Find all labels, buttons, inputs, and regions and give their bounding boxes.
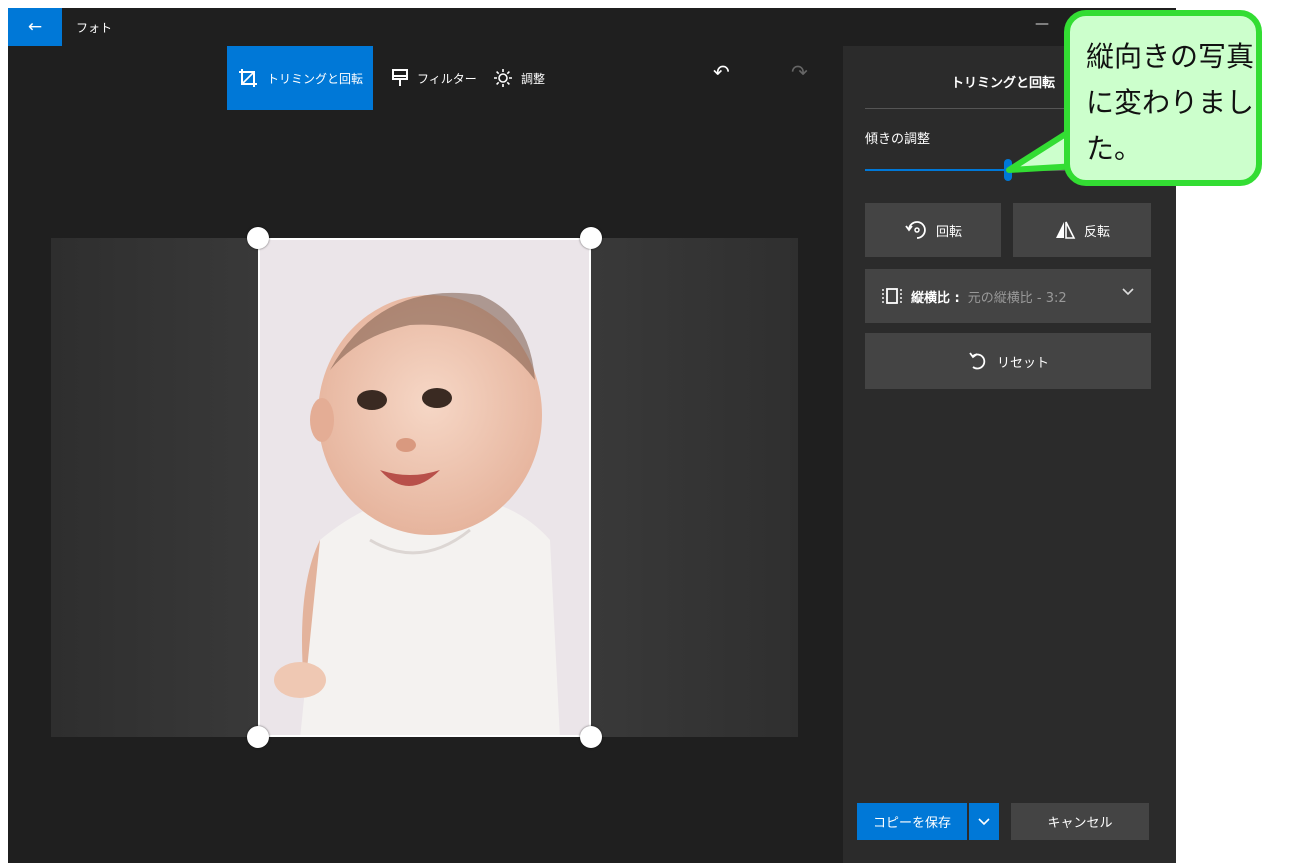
tilt-slider-fill [865, 169, 1008, 171]
crop-handle-bottom-right[interactable] [580, 726, 602, 748]
flip-button[interactable]: 反転 [1013, 203, 1151, 257]
cancel-button[interactable]: キャンセル [1011, 803, 1149, 840]
reset-icon [969, 352, 986, 370]
rotate-button[interactable]: 回転 [865, 203, 1001, 257]
flip-icon [1055, 221, 1076, 239]
aspect-ratio-icon [882, 288, 902, 304]
chevron-down-icon [978, 817, 990, 825]
brightness-icon [494, 69, 512, 87]
rotate-label: 回転 [935, 224, 962, 240]
edit-toolbar: トリミングと回転 フィルター 調整 ↶ ↷ [8, 46, 843, 110]
back-arrow-icon: ← [27, 17, 43, 37]
reset-label: リセット [996, 355, 1049, 371]
crop-frame[interactable] [258, 238, 591, 737]
cancel-label: キャンセル [1047, 816, 1113, 831]
callout-line-1: 縦向きの写真 [1086, 40, 1255, 73]
crop-handle-bottom-left[interactable] [247, 726, 269, 748]
tab-crop-rotate[interactable]: トリミングと回転 [227, 46, 373, 110]
back-button[interactable]: ← [8, 8, 62, 46]
undo-icon[interactable]: ↶ [713, 60, 730, 84]
photo-canvas [8, 110, 843, 863]
annotation-callout: 縦向きの写真 に変わりまし た。 [1064, 10, 1262, 186]
crop-handle-top-left[interactable] [247, 227, 269, 249]
save-copy-label: コピーを保存 [872, 816, 951, 831]
callout-line-2: に変わりまし [1086, 86, 1255, 119]
crop-rotate-icon [238, 69, 257, 87]
crop-handle-top-right[interactable] [580, 227, 602, 249]
tab-adjust-label: 調整 [521, 71, 546, 86]
chevron-down-icon [1122, 288, 1134, 296]
reset-button[interactable]: リセット [865, 333, 1151, 389]
app-title: フォト [76, 21, 113, 35]
photos-app-window: ← フォト — トリミングと回転 フィルター 調整 ↶ ↷ トリミングと回転 傾… [8, 8, 1176, 863]
callout-line-3: た。 [1086, 132, 1143, 165]
save-copy-button[interactable]: コピーを保存 [857, 803, 967, 840]
baby-photo [260, 240, 589, 735]
tab-adjust[interactable]: 調整 [493, 46, 583, 110]
tab-crop-rotate-label: トリミングと回転 [266, 71, 363, 86]
panel-title: トリミングと回転 [951, 76, 1056, 91]
tab-filter[interactable]: フィルター [391, 46, 491, 110]
title-bar: ← フォト — [8, 8, 1176, 46]
tilt-label: 傾きの調整 [865, 132, 931, 147]
flip-label: 反転 [1083, 224, 1110, 240]
aspect-ratio-select[interactable]: 縦横比 : 元の縦横比 - 3:2 [865, 269, 1151, 323]
minimize-button[interactable]: — [1035, 16, 1049, 32]
save-options-dropdown[interactable] [969, 803, 999, 840]
aspect-ratio-label: 縦横比 : [911, 290, 960, 306]
aspect-ratio-value: 元の縦横比 - 3:2 [967, 290, 1067, 306]
filter-icon [392, 69, 408, 86]
redo-icon[interactable]: ↷ [791, 60, 808, 84]
tab-filter-label: フィルター [417, 71, 477, 86]
rotate-icon [905, 221, 926, 239]
callout-text: 縦向きの写真 に変わりまし た。 [1086, 34, 1256, 172]
